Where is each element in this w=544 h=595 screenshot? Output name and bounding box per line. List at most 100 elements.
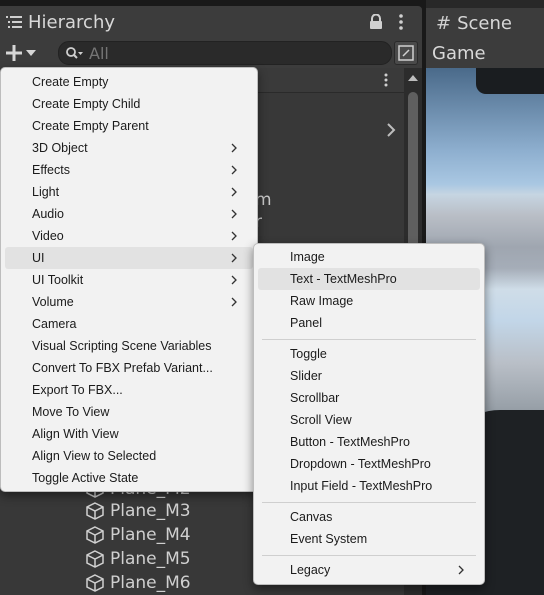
- menu-item-label: 3D Object: [32, 141, 88, 155]
- scene-search-icon: [398, 45, 414, 61]
- menu-item-label: Camera: [32, 317, 77, 331]
- chevron-right-icon[interactable]: [386, 122, 396, 138]
- viewport-object: [476, 68, 544, 94]
- menu-item-volume[interactable]: Volume: [5, 291, 253, 313]
- menu-item-text-textmeshpro[interactable]: Text - TextMeshPro: [258, 268, 480, 290]
- menu-item-ui[interactable]: UI: [5, 247, 253, 269]
- menu-item-image[interactable]: Image: [258, 246, 480, 268]
- ui-submenu: Image Text - TextMeshPro Raw Image Panel…: [253, 243, 485, 585]
- menu-item-label: Panel: [290, 316, 322, 330]
- chevron-right-icon: [231, 187, 237, 197]
- menu-item-label: Button - TextMeshPro: [290, 435, 410, 449]
- search-icon: [66, 47, 83, 59]
- menu-item-align-view-to-selected[interactable]: Align View to Selected: [5, 445, 253, 467]
- menu-item-create-empty[interactable]: Create Empty: [5, 71, 253, 93]
- hierarchy-scene-row[interactable]: [255, 68, 404, 93]
- row-options-icon[interactable]: [383, 73, 389, 87]
- menu-item-create-empty-child[interactable]: Create Empty Child: [5, 93, 253, 115]
- menu-item-label: Scrollbar: [290, 391, 340, 405]
- tab-hierarchy[interactable]: Hierarchy: [0, 6, 122, 38]
- menu-item-label: Audio: [32, 207, 64, 221]
- menu-item-toggle[interactable]: Toggle: [258, 343, 480, 365]
- menu-item-label: Raw Image: [290, 294, 354, 308]
- chevron-right-icon: [231, 275, 237, 285]
- menu-item-camera[interactable]: Camera: [5, 313, 253, 335]
- list-item-label: Plane_M5: [110, 549, 191, 569]
- menu-item-label: Volume: [32, 295, 74, 309]
- menu-item-convert-to-fbx-prefab-variant[interactable]: Convert To FBX Prefab Variant...: [5, 357, 253, 379]
- menu-item-video[interactable]: Video: [5, 225, 253, 247]
- chevron-right-icon: [231, 143, 237, 153]
- chevron-right-icon: [458, 565, 464, 575]
- menu-item-raw-image[interactable]: Raw Image: [258, 290, 480, 312]
- chevron-right-icon: [231, 231, 237, 241]
- menu-item-legacy[interactable]: Legacy: [258, 559, 480, 581]
- menu-item-move-to-view[interactable]: Move To View: [5, 401, 253, 423]
- chevron-right-icon: [231, 253, 237, 263]
- menu-item-scrollbar[interactable]: Scrollbar: [258, 387, 480, 409]
- menu-item-panel[interactable]: Panel: [258, 312, 480, 334]
- search-mode-button[interactable]: [394, 41, 418, 65]
- list-item-label: Plane_M3: [110, 501, 191, 521]
- menu-separator: [262, 555, 476, 556]
- menu-item-label: Video: [32, 229, 64, 243]
- search-input[interactable]: [87, 42, 371, 64]
- menu-item-effects[interactable]: Effects: [5, 159, 253, 181]
- menu-item-label: Legacy: [290, 563, 331, 577]
- menu-item-visual-scripting-scene-variables[interactable]: Visual Scripting Scene Variables: [5, 335, 253, 357]
- hashtag-icon: #: [436, 12, 452, 34]
- menu-separator: [262, 339, 476, 340]
- menu-item-canvas[interactable]: Canvas: [258, 506, 480, 528]
- scroll-up-icon[interactable]: [407, 74, 419, 82]
- menu-item-button-textmeshpro[interactable]: Button - TextMeshPro: [258, 431, 480, 453]
- menu-item-create-empty-parent[interactable]: Create Empty Parent: [5, 115, 253, 137]
- tab-game[interactable]: Game: [426, 38, 544, 68]
- scrollbar-thumb[interactable]: [408, 92, 418, 252]
- menu-item-export-to-fbx[interactable]: Export To FBX...: [5, 379, 253, 401]
- menu-item-dropdown-textmeshpro[interactable]: Dropdown - TextMeshPro: [258, 453, 480, 475]
- menu-item-event-system[interactable]: Event System: [258, 528, 480, 550]
- create-context-menu: Create Empty Create Empty Child Create E…: [0, 67, 258, 492]
- chevron-right-icon: [231, 209, 237, 219]
- list-item-label: Plane_M6: [110, 573, 191, 593]
- menu-item-slider[interactable]: Slider: [258, 365, 480, 387]
- list-item[interactable]: Plane_M3: [86, 499, 191, 523]
- menu-item-scroll-view[interactable]: Scroll View: [258, 409, 480, 431]
- list-item[interactable]: Plane_M4: [86, 523, 191, 547]
- more-options-icon[interactable]: [398, 14, 404, 30]
- menu-item-light[interactable]: Light: [5, 181, 253, 203]
- menu-item-label: Light: [32, 185, 60, 199]
- search-field[interactable]: [58, 41, 392, 65]
- gameobject-cube-icon: [86, 574, 104, 592]
- list-icon: [6, 16, 22, 28]
- chevron-right-icon: [231, 165, 237, 175]
- menu-separator: [262, 502, 476, 503]
- list-item[interactable]: Plane_M6: [86, 571, 191, 595]
- menu-item-align-with-view[interactable]: Align With View: [5, 423, 253, 445]
- lock-icon[interactable]: [369, 14, 383, 30]
- menu-item-toggle-active-state[interactable]: Toggle Active State: [5, 467, 253, 489]
- menu-item-label: Event System: [290, 532, 368, 546]
- add-button[interactable]: [2, 41, 42, 65]
- hierarchy-title: Hierarchy: [28, 11, 116, 33]
- menu-item-label: Align View to Selected: [32, 449, 157, 463]
- menu-item-label: Input Field - TextMeshPro: [290, 479, 433, 493]
- menu-item-3d-object[interactable]: 3D Object: [5, 137, 253, 159]
- menu-item-label: Align With View: [32, 427, 119, 441]
- list-item-label: Plane_M4: [110, 525, 191, 545]
- menu-item-label: Toggle: [290, 347, 327, 361]
- menu-item-label: Create Empty Parent: [32, 119, 149, 133]
- menu-item-audio[interactable]: Audio: [5, 203, 253, 225]
- menu-item-ui-toolkit[interactable]: UI Toolkit: [5, 269, 253, 291]
- chevron-down-icon: [26, 50, 36, 56]
- menu-item-label: Effects: [32, 163, 70, 177]
- menu-item-label: Toggle Active State: [32, 471, 139, 485]
- menu-item-label: Convert To FBX Prefab Variant...: [32, 361, 213, 375]
- list-item[interactable]: Plane_M5: [86, 547, 191, 571]
- gameobject-cube-icon: [86, 550, 104, 568]
- gameobject-cube-icon: [86, 502, 104, 520]
- menu-item-label: Dropdown - TextMeshPro: [290, 457, 431, 471]
- menu-item-label: Image: [290, 250, 325, 264]
- tab-scene[interactable]: # Scene: [426, 8, 544, 38]
- menu-item-input-field-textmeshpro[interactable]: Input Field - TextMeshPro: [258, 475, 480, 497]
